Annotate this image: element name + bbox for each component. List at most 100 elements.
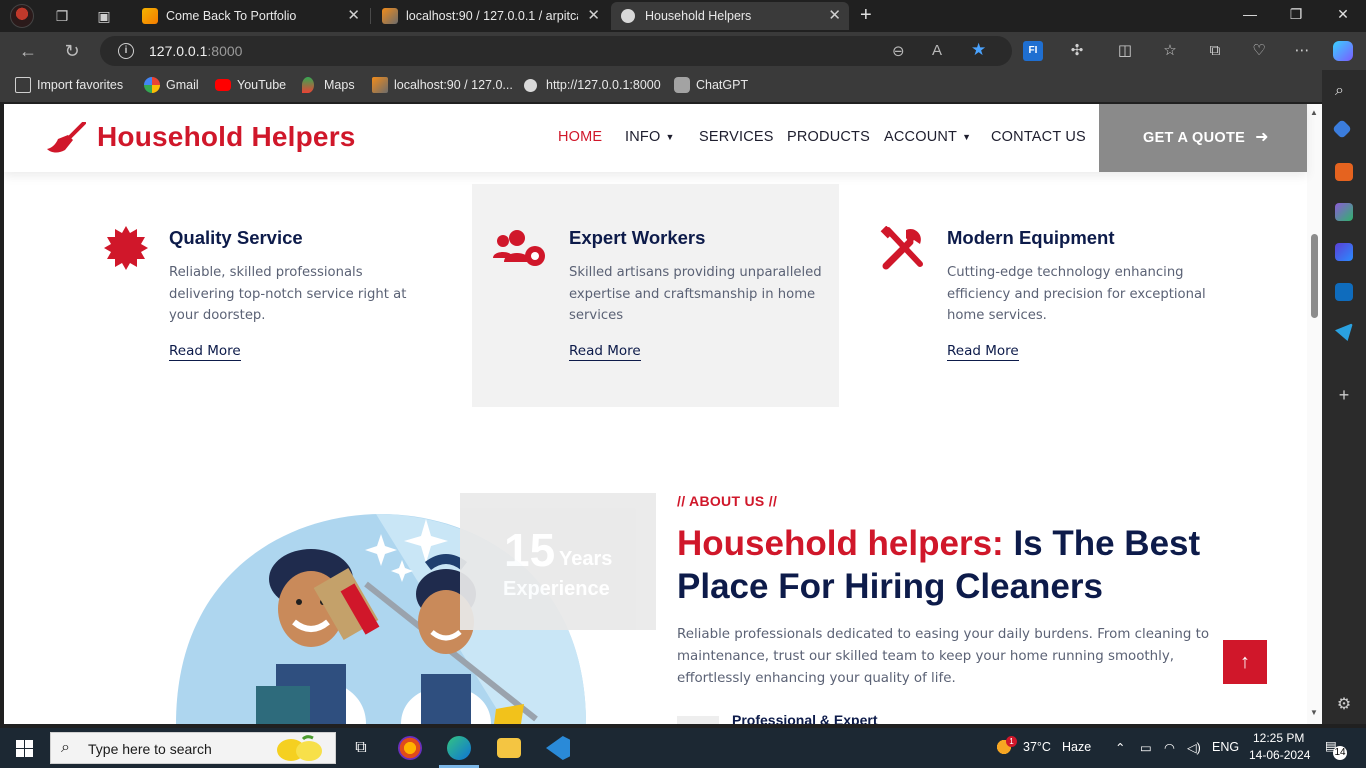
bookmark-gmail[interactable]: Gmail xyxy=(144,77,199,93)
file-explorer-icon[interactable] xyxy=(497,738,521,758)
scrollbar-thumb[interactable] xyxy=(1311,234,1318,318)
read-aloud-icon[interactable]: A xyxy=(932,42,942,59)
wifi-icon[interactable]: ◠ xyxy=(1164,740,1175,755)
send-icon[interactable] xyxy=(1335,323,1353,341)
url-text[interactable]: 127.0.0.1:8000 xyxy=(149,43,242,59)
extension-icon[interactable]: FI xyxy=(1023,41,1043,61)
tools-icon xyxy=(880,226,923,270)
copilot-icon[interactable] xyxy=(1333,41,1353,61)
minimize-icon[interactable]: — xyxy=(1240,6,1260,22)
feature-title: Modern Equipment xyxy=(947,227,1115,248)
read-more-link[interactable]: Read More xyxy=(947,343,1019,361)
browser-essentials-icon[interactable]: ♡ xyxy=(1249,41,1269,61)
bookmark-youtube[interactable]: YouTube xyxy=(215,78,286,92)
bookmark-maps[interactable]: Maps xyxy=(302,77,355,93)
edge-icon[interactable] xyxy=(447,736,471,760)
tab-household-helpers[interactable]: Household Helpers ✕ xyxy=(611,2,849,30)
vertical-tabs-icon[interactable]: ▣ xyxy=(95,7,113,25)
outlook-icon[interactable] xyxy=(1335,283,1353,301)
maps-icon xyxy=(302,77,314,93)
feature-description: Cutting-edge technology enhancing effici… xyxy=(947,265,1206,323)
extensions-puzzle-icon[interactable]: ✣ xyxy=(1067,41,1087,61)
volume-icon[interactable]: ◁) xyxy=(1187,740,1201,755)
search-icon: ⌕ xyxy=(61,739,70,756)
chatgpt-icon xyxy=(674,77,690,93)
bookmark-label: Maps xyxy=(324,78,355,92)
chevron-up-icon[interactable]: ⌃ xyxy=(1115,740,1125,755)
split-screen-icon[interactable]: ◫ xyxy=(1115,41,1135,61)
windows-start-icon[interactable] xyxy=(16,740,33,757)
language-indicator[interactable]: ENG xyxy=(1212,740,1239,754)
clock-date[interactable]: 14-06-2024 xyxy=(1249,748,1310,762)
feature-title: Expert Workers xyxy=(569,227,706,248)
vscode-icon[interactable] xyxy=(546,736,570,760)
weather-temp[interactable]: 37°C xyxy=(1023,740,1051,754)
workspaces-icon[interactable]: ❐ xyxy=(53,7,71,25)
bookmark-import-favorites[interactable]: Import favorites xyxy=(15,77,123,93)
zoom-icon[interactable]: ⊖ xyxy=(892,42,905,60)
scroll-down-icon[interactable]: ▼ xyxy=(1310,708,1318,717)
read-more-link[interactable]: Read More xyxy=(169,343,241,361)
favorites-icon[interactable]: ☆ xyxy=(1160,41,1180,61)
chevron-down-icon: ▼ xyxy=(962,132,972,142)
nav-products[interactable]: PRODUCTS xyxy=(787,129,870,145)
read-more-link[interactable]: Read More xyxy=(569,343,641,361)
site-info-icon[interactable]: i xyxy=(118,43,134,59)
bookmark-chatgpt[interactable]: ChatGPT xyxy=(674,77,748,93)
back-arrow-icon[interactable]: ← xyxy=(17,41,39,61)
maximize-icon[interactable]: ❐ xyxy=(1286,6,1306,23)
reload-icon[interactable]: ↻ xyxy=(61,41,83,61)
favorite-star-icon[interactable]: ★ xyxy=(971,40,986,60)
nav-label: CONTACT US xyxy=(991,129,1086,145)
task-view-icon[interactable]: ⧉ xyxy=(349,736,373,760)
nav-info[interactable]: INFO ▼ xyxy=(625,129,675,145)
collections-icon[interactable]: ⧉ xyxy=(1205,41,1225,61)
add-icon[interactable]: + xyxy=(1335,386,1353,404)
search-placeholder: Type here to search xyxy=(88,741,212,757)
get-a-quote-button[interactable]: GET A QUOTE ➜ xyxy=(1099,104,1307,172)
nav-services[interactable]: SERVICES xyxy=(699,129,774,145)
page-scrollbar[interactable]: ▲ ▼ xyxy=(1307,104,1322,724)
tab-title: localhost:90 / 127.0.0.1 / arpitcar xyxy=(406,9,578,23)
nav-home[interactable]: HOME xyxy=(558,129,602,145)
weather-badge: 1 xyxy=(1006,736,1017,747)
games-icon[interactable] xyxy=(1335,203,1353,221)
feature-description: Skilled artisans providing unparalleled … xyxy=(569,265,822,323)
clock-time[interactable]: 12:25 PM xyxy=(1253,731,1304,745)
nav-label: SERVICES xyxy=(699,129,774,145)
weather-desc[interactable]: Haze xyxy=(1062,740,1091,754)
nav-label: ACCOUNT xyxy=(884,129,958,145)
profile-avatar[interactable] xyxy=(10,4,34,28)
brand-logo-text[interactable]: Household Helpers xyxy=(97,121,356,153)
broom-logo-icon[interactable] xyxy=(46,122,86,154)
address-bar[interactable]: i 127.0.0.1:8000 ⊖ A ★ xyxy=(100,36,1012,66)
new-tab-button[interactable]: + xyxy=(860,5,872,25)
taskbar-search[interactable]: ⌕ Type here to search xyxy=(50,732,336,764)
close-tab-icon[interactable]: ✕ xyxy=(347,2,360,30)
search-icon[interactable]: ⌕ xyxy=(1335,82,1353,100)
shopping-tag-icon[interactable] xyxy=(1332,119,1352,139)
quote-label: GET A QUOTE xyxy=(1143,130,1246,146)
tools-briefcase-icon[interactable] xyxy=(1335,163,1353,181)
firefox-icon[interactable] xyxy=(398,736,422,760)
back-to-top-button[interactable]: ↑ xyxy=(1223,640,1267,684)
scroll-up-icon[interactable]: ▲ xyxy=(1310,108,1318,117)
nav-label: PRODUCTS xyxy=(787,129,870,145)
chevron-down-icon: ▼ xyxy=(665,132,675,142)
close-window-icon[interactable]: ✕ xyxy=(1333,6,1353,23)
nav-contact-us[interactable]: CONTACT US xyxy=(991,129,1086,145)
close-tab-icon[interactable]: ✕ xyxy=(828,2,841,30)
bookmark-localhost[interactable]: localhost:90 / 127.0... xyxy=(372,77,513,93)
tab-title: Household Helpers xyxy=(645,9,752,23)
bookmark-local-site[interactable]: http://127.0.0.1:8000 xyxy=(524,78,661,92)
battery-icon[interactable]: ▭ xyxy=(1140,740,1152,755)
nav-label: INFO xyxy=(625,129,661,145)
close-tab-icon[interactable]: ✕ xyxy=(587,2,600,30)
globe-icon xyxy=(524,79,537,92)
tab-portfolio[interactable]: Come Back To Portfolio ✕ xyxy=(132,2,368,30)
more-menu-icon[interactable]: ⋯ xyxy=(1292,41,1312,61)
tab-phpmyadmin[interactable]: localhost:90 / 127.0.0.1 / arpitcar ✕ xyxy=(372,2,608,30)
nav-account[interactable]: ACCOUNT ▼ xyxy=(884,129,971,145)
settings-gear-icon[interactable]: ⚙ xyxy=(1335,696,1353,714)
copilot-sidebar-icon[interactable] xyxy=(1335,243,1353,261)
